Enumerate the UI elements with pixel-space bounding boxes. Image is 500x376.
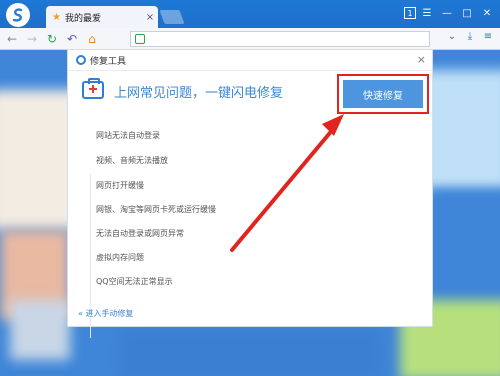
issue-item: 虚拟内存问题 <box>96 253 144 262</box>
browser-toolbar: ← → ↻ ↶ ⌂ ⌄ ⤓ ≡ <box>0 28 500 50</box>
dialog-close-button[interactable]: × <box>417 53 426 66</box>
more-icon[interactable]: ≡ <box>482 31 494 42</box>
browser-titlebar: ★ 我的最爱 × 1 ☰ — □ ✕ <box>0 0 500 28</box>
download-icon[interactable]: ⤓ <box>464 31 476 42</box>
minimize-icon[interactable]: — <box>438 5 456 21</box>
browser-logo-icon[interactable] <box>6 3 30 27</box>
home-icon[interactable]: ⌂ <box>84 31 100 47</box>
back-icon[interactable]: ← <box>4 31 20 47</box>
issue-item: 网页打开缓慢 <box>96 181 144 190</box>
address-bar[interactable] <box>130 31 430 47</box>
refresh-icon[interactable]: ↻ <box>44 31 60 47</box>
window-controls: 1 ☰ — □ ✕ <box>404 5 496 21</box>
undo-icon[interactable]: ↶ <box>64 31 80 47</box>
header-divider <box>68 70 432 71</box>
close-window-icon[interactable]: ✕ <box>478 5 496 21</box>
issue-item: 无法自动登录或网页异常 <box>96 229 184 238</box>
menu-icon[interactable]: ☰ <box>418 5 436 21</box>
issue-item: 网银、淘宝等网页卡死或运行缓慢 <box>96 205 216 214</box>
issue-item: QQ空间无法正常显示 <box>96 277 173 286</box>
repair-logo-icon <box>76 55 86 65</box>
chevron-down-icon[interactable]: ⌄ <box>446 31 458 42</box>
medical-kit-icon <box>82 78 104 99</box>
notification-icon[interactable]: 1 <box>404 7 416 19</box>
tab-close-button[interactable]: × <box>142 12 158 23</box>
toolbar-right-icons: ⌄ ⤓ ≡ <box>446 31 494 42</box>
tab-favorites[interactable]: ★ 我的最爱 × <box>46 6 158 28</box>
forward-icon[interactable]: → <box>24 31 40 47</box>
issue-item: 网站无法自动登录 <box>96 131 160 140</box>
tab-title: 我的最爱 <box>64 13 101 24</box>
new-tab-button[interactable] <box>159 10 185 24</box>
dialog-header: 修复工具 × <box>68 50 432 70</box>
manual-repair-link[interactable]: « 进入手动修复 <box>78 308 133 319</box>
hero-headline: 上网常见问题，一键闪电修复 <box>114 86 284 101</box>
issue-item: 视频、音频无法播放 <box>96 156 168 165</box>
star-icon: ★ <box>52 11 61 23</box>
maximize-icon[interactable]: □ <box>458 5 476 21</box>
quick-fix-button[interactable]: 快速修复 <box>337 74 429 114</box>
security-shield-icon <box>135 34 145 44</box>
dialog-title: 修复工具 <box>90 56 127 67</box>
